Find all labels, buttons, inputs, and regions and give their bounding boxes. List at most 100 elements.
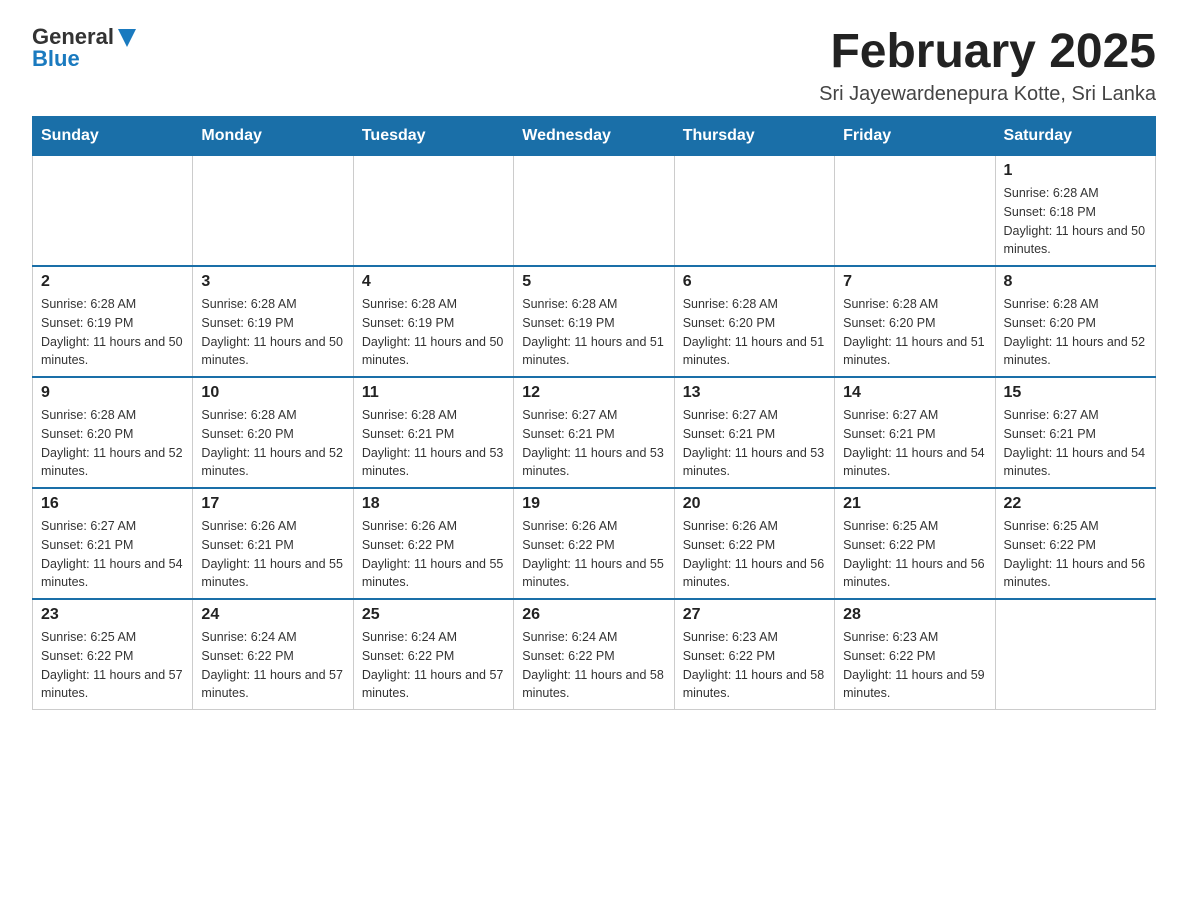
calendar-cell: 9 Sunrise: 6:28 AM Sunset: 6:20 PM Daylig… bbox=[33, 377, 193, 488]
calendar-cell bbox=[514, 156, 674, 267]
day-number: 14 bbox=[843, 384, 986, 402]
calendar-cell: 23 Sunrise: 6:25 AM Sunset: 6:22 PM Dayli… bbox=[33, 599, 193, 710]
day-info: Sunrise: 6:28 AM Sunset: 6:19 PM Dayligh… bbox=[522, 295, 665, 370]
day-number: 24 bbox=[201, 606, 344, 624]
day-number: 25 bbox=[362, 606, 505, 624]
day-info: Sunrise: 6:26 AM Sunset: 6:22 PM Dayligh… bbox=[362, 517, 505, 592]
day-number: 27 bbox=[683, 606, 826, 624]
calendar-cell: 28 Sunrise: 6:23 AM Sunset: 6:22 PM Dayli… bbox=[835, 599, 995, 710]
day-info: Sunrise: 6:28 AM Sunset: 6:21 PM Dayligh… bbox=[362, 406, 505, 481]
logo-arrow-icon bbox=[118, 29, 136, 47]
calendar-week-row: 2 Sunrise: 6:28 AM Sunset: 6:19 PM Daylig… bbox=[33, 266, 1156, 377]
day-number: 18 bbox=[362, 495, 505, 513]
calendar-cell bbox=[353, 156, 513, 267]
calendar-cell: 1 Sunrise: 6:28 AM Sunset: 6:18 PM Daylig… bbox=[995, 156, 1155, 267]
calendar-header-row: SundayMondayTuesdayWednesdayThursdayFrid… bbox=[33, 117, 1156, 156]
calendar-cell: 20 Sunrise: 6:26 AM Sunset: 6:22 PM Dayli… bbox=[674, 488, 834, 599]
calendar-week-row: 1 Sunrise: 6:28 AM Sunset: 6:18 PM Daylig… bbox=[33, 156, 1156, 267]
day-info: Sunrise: 6:28 AM Sunset: 6:19 PM Dayligh… bbox=[362, 295, 505, 370]
day-number: 17 bbox=[201, 495, 344, 513]
calendar-cell: 13 Sunrise: 6:27 AM Sunset: 6:21 PM Dayli… bbox=[674, 377, 834, 488]
calendar-cell: 15 Sunrise: 6:27 AM Sunset: 6:21 PM Dayli… bbox=[995, 377, 1155, 488]
day-number: 5 bbox=[522, 273, 665, 291]
day-info: Sunrise: 6:26 AM Sunset: 6:22 PM Dayligh… bbox=[683, 517, 826, 592]
day-info: Sunrise: 6:24 AM Sunset: 6:22 PM Dayligh… bbox=[522, 628, 665, 703]
calendar-cell: 17 Sunrise: 6:26 AM Sunset: 6:21 PM Dayli… bbox=[193, 488, 353, 599]
calendar-cell: 18 Sunrise: 6:26 AM Sunset: 6:22 PM Dayli… bbox=[353, 488, 513, 599]
day-info: Sunrise: 6:23 AM Sunset: 6:22 PM Dayligh… bbox=[683, 628, 826, 703]
day-number: 15 bbox=[1004, 384, 1147, 402]
day-info: Sunrise: 6:27 AM Sunset: 6:21 PM Dayligh… bbox=[522, 406, 665, 481]
day-info: Sunrise: 6:25 AM Sunset: 6:22 PM Dayligh… bbox=[41, 628, 184, 703]
day-number: 12 bbox=[522, 384, 665, 402]
day-info: Sunrise: 6:24 AM Sunset: 6:22 PM Dayligh… bbox=[362, 628, 505, 703]
calendar-cell: 21 Sunrise: 6:25 AM Sunset: 6:22 PM Dayli… bbox=[835, 488, 995, 599]
day-info: Sunrise: 6:27 AM Sunset: 6:21 PM Dayligh… bbox=[1004, 406, 1147, 481]
day-info: Sunrise: 6:28 AM Sunset: 6:20 PM Dayligh… bbox=[1004, 295, 1147, 370]
col-header-tuesday: Tuesday bbox=[353, 117, 513, 156]
calendar-cell: 26 Sunrise: 6:24 AM Sunset: 6:22 PM Dayli… bbox=[514, 599, 674, 710]
day-info: Sunrise: 6:25 AM Sunset: 6:22 PM Dayligh… bbox=[843, 517, 986, 592]
day-number: 28 bbox=[843, 606, 986, 624]
day-info: Sunrise: 6:26 AM Sunset: 6:21 PM Dayligh… bbox=[201, 517, 344, 592]
day-number: 6 bbox=[683, 273, 826, 291]
day-info: Sunrise: 6:28 AM Sunset: 6:20 PM Dayligh… bbox=[843, 295, 986, 370]
day-number: 2 bbox=[41, 273, 184, 291]
day-number: 20 bbox=[683, 495, 826, 513]
day-number: 9 bbox=[41, 384, 184, 402]
calendar-week-row: 9 Sunrise: 6:28 AM Sunset: 6:20 PM Daylig… bbox=[33, 377, 1156, 488]
calendar-cell bbox=[835, 156, 995, 267]
calendar-cell: 25 Sunrise: 6:24 AM Sunset: 6:22 PM Dayli… bbox=[353, 599, 513, 710]
calendar-cell: 11 Sunrise: 6:28 AM Sunset: 6:21 PM Dayli… bbox=[353, 377, 513, 488]
day-info: Sunrise: 6:27 AM Sunset: 6:21 PM Dayligh… bbox=[843, 406, 986, 481]
calendar-week-row: 23 Sunrise: 6:25 AM Sunset: 6:22 PM Dayli… bbox=[33, 599, 1156, 710]
calendar-cell: 14 Sunrise: 6:27 AM Sunset: 6:21 PM Dayli… bbox=[835, 377, 995, 488]
day-number: 21 bbox=[843, 495, 986, 513]
col-header-friday: Friday bbox=[835, 117, 995, 156]
calendar-week-row: 16Sunrise: 6:27 AM Sunset: 6:21 PM Dayli… bbox=[33, 488, 1156, 599]
day-info: Sunrise: 6:28 AM Sunset: 6:18 PM Dayligh… bbox=[1004, 184, 1147, 259]
subtitle: Sri Jayewardenepura Kotte, Sri Lanka bbox=[819, 83, 1156, 106]
col-header-thursday: Thursday bbox=[674, 117, 834, 156]
day-number: 10 bbox=[201, 384, 344, 402]
day-number: 8 bbox=[1004, 273, 1147, 291]
day-number: 26 bbox=[522, 606, 665, 624]
day-info: Sunrise: 6:25 AM Sunset: 6:22 PM Dayligh… bbox=[1004, 517, 1147, 592]
day-number: 13 bbox=[683, 384, 826, 402]
day-number: 3 bbox=[201, 273, 344, 291]
calendar-cell: 3Sunrise: 6:28 AM Sunset: 6:19 PM Daylig… bbox=[193, 266, 353, 377]
calendar-cell: 10 Sunrise: 6:28 AM Sunset: 6:20 PM Dayli… bbox=[193, 377, 353, 488]
day-info: Sunrise: 6:28 AM Sunset: 6:20 PM Dayligh… bbox=[41, 406, 184, 481]
logo-blue-text: Blue bbox=[32, 46, 80, 72]
calendar-cell: 5 Sunrise: 6:28 AM Sunset: 6:19 PM Daylig… bbox=[514, 266, 674, 377]
day-info: Sunrise: 6:28 AM Sunset: 6:19 PM Dayligh… bbox=[41, 295, 184, 370]
calendar-table: SundayMondayTuesdayWednesdayThursdayFrid… bbox=[32, 116, 1156, 710]
main-title: February 2025 bbox=[819, 24, 1156, 79]
calendar-cell bbox=[674, 156, 834, 267]
day-info: Sunrise: 6:27 AM Sunset: 6:21 PM Dayligh… bbox=[683, 406, 826, 481]
page-header: General Blue February 2025 Sri Jayewarde… bbox=[32, 24, 1156, 106]
calendar-cell: 4 Sunrise: 6:28 AM Sunset: 6:19 PM Daylig… bbox=[353, 266, 513, 377]
day-info: Sunrise: 6:27 AM Sunset: 6:21 PM Dayligh… bbox=[41, 517, 184, 592]
day-number: 7 bbox=[843, 273, 986, 291]
day-number: 1 bbox=[1004, 162, 1147, 180]
calendar-cell: 8 Sunrise: 6:28 AM Sunset: 6:20 PM Daylig… bbox=[995, 266, 1155, 377]
calendar-cell bbox=[995, 599, 1155, 710]
day-info: Sunrise: 6:28 AM Sunset: 6:20 PM Dayligh… bbox=[683, 295, 826, 370]
day-info: Sunrise: 6:23 AM Sunset: 6:22 PM Dayligh… bbox=[843, 628, 986, 703]
logo: General Blue bbox=[32, 24, 136, 72]
calendar-cell: 12 Sunrise: 6:27 AM Sunset: 6:21 PM Dayli… bbox=[514, 377, 674, 488]
day-number: 11 bbox=[362, 384, 505, 402]
day-number: 23 bbox=[41, 606, 184, 624]
col-header-saturday: Saturday bbox=[995, 117, 1155, 156]
day-info: Sunrise: 6:28 AM Sunset: 6:20 PM Dayligh… bbox=[201, 406, 344, 481]
calendar-cell bbox=[33, 156, 193, 267]
calendar-cell bbox=[193, 156, 353, 267]
col-header-wednesday: Wednesday bbox=[514, 117, 674, 156]
day-number: 4 bbox=[362, 273, 505, 291]
col-header-sunday: Sunday bbox=[33, 117, 193, 156]
calendar-cell: 2 Sunrise: 6:28 AM Sunset: 6:19 PM Daylig… bbox=[33, 266, 193, 377]
calendar-cell: 7 Sunrise: 6:28 AM Sunset: 6:20 PM Daylig… bbox=[835, 266, 995, 377]
calendar-cell: 19Sunrise: 6:26 AM Sunset: 6:22 PM Dayli… bbox=[514, 488, 674, 599]
calendar-cell: 27 Sunrise: 6:23 AM Sunset: 6:22 PM Dayli… bbox=[674, 599, 834, 710]
